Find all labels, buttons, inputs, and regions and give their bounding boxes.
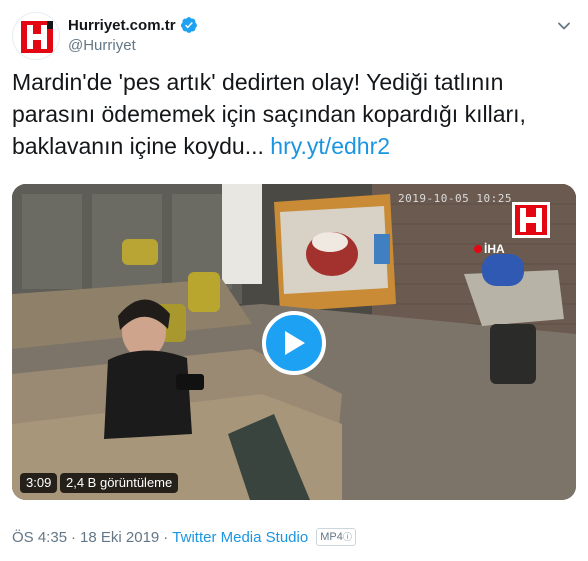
author-names[interactable]: Hurriyet.com.tr @Hurriyet (68, 14, 198, 54)
media-format-tag: MP4ⓘ (316, 528, 356, 546)
avatar[interactable] (12, 12, 60, 60)
hurriyet-logo-icon (21, 21, 53, 53)
tweet-source[interactable]: Twitter Media Studio (172, 529, 308, 546)
tweet-date[interactable]: 18 Eki 2019 (80, 529, 159, 546)
tweet-time[interactable]: ÖS 4:35 (12, 529, 67, 546)
play-button[interactable] (262, 311, 326, 375)
views-badge: 2,4 B görüntüleme (60, 473, 179, 493)
hurriyet-watermark-icon (512, 202, 550, 238)
meta-separator: · (71, 528, 77, 546)
chevron-down-icon[interactable] (556, 18, 572, 34)
tweet-text: Mardin'de 'pes artık' dedirten olay! Yed… (12, 66, 572, 162)
info-icon: ⓘ (342, 532, 352, 542)
meta-separator-2: · (163, 528, 169, 546)
tweet-text-main: Mardin'de 'pes artık' dedirten olay! Yed… (12, 69, 526, 159)
iha-watermark-text: İHA (484, 242, 505, 256)
tweet-link[interactable]: hry.yt/edhr2 (270, 133, 390, 159)
handle[interactable]: @Hurriyet (68, 37, 198, 54)
media-format-label: MP4 (320, 531, 343, 543)
iha-dot-icon (474, 245, 482, 253)
camera-timestamp: 2019-10-05 10:25 (398, 192, 512, 205)
verified-badge-icon (180, 17, 197, 33)
play-icon (285, 331, 305, 355)
tweet-meta: ÖS 4:35 · 18 Eki 2019 · Twitter Media St… (12, 528, 356, 546)
display-name[interactable]: Hurriyet.com.tr (68, 17, 176, 34)
iha-watermark: İHA (474, 242, 505, 256)
tweet-header: Hurriyet.com.tr @Hurriyet (12, 12, 576, 60)
duration-badge: 3:09 (20, 473, 58, 493)
video-player[interactable]: 2019-10-05 10:25 İHA 3:09 2,4 B görüntül… (12, 184, 576, 500)
